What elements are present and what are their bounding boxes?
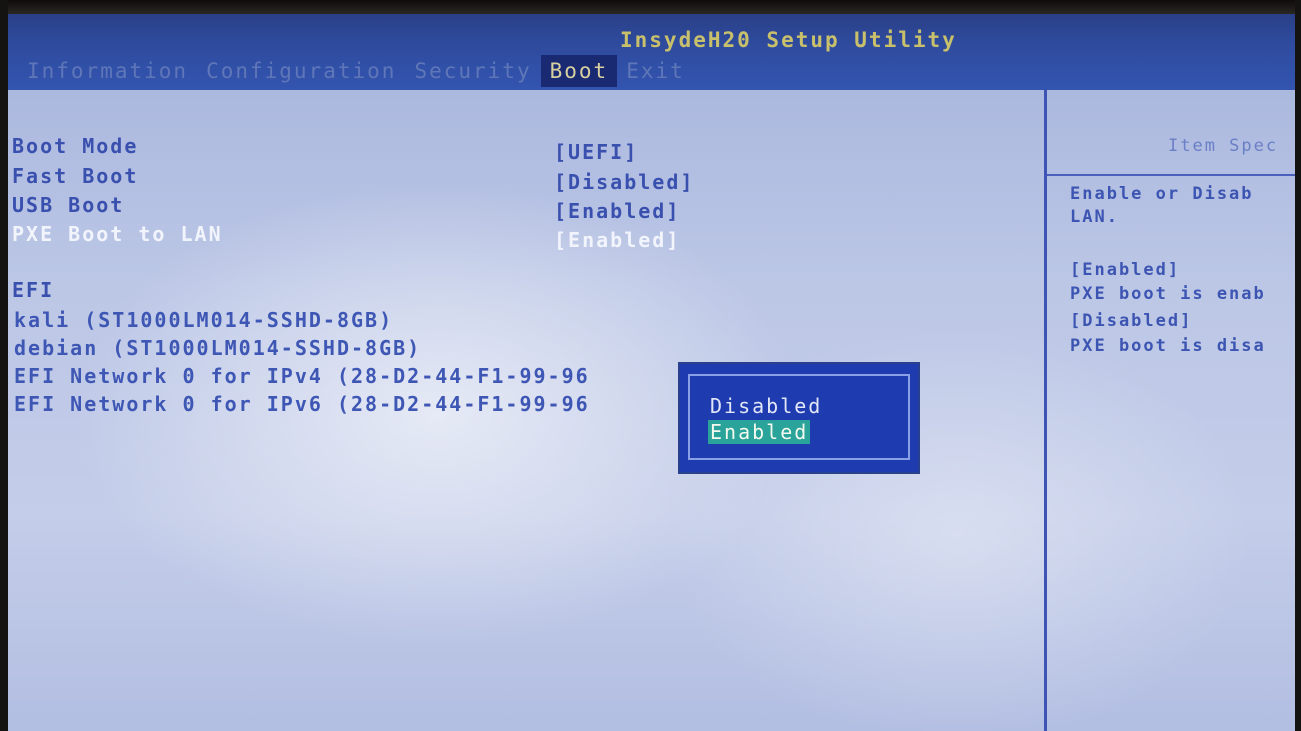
help-text-line: [Enabled] [1070,260,1181,280]
tab-exit[interactable]: Exit [617,55,694,87]
monitor-bezel-right [1295,0,1301,731]
setting-fast-boot-value[interactable]: [Disabled] [554,170,694,194]
tab-security[interactable]: Security [405,55,540,87]
setting-fast-boot-label[interactable]: Fast Boot [12,164,138,188]
efi-section-label: EFI [12,278,55,302]
boot-item-debian[interactable]: debian (ST1000LM014-SSHD-8GB) [14,336,421,360]
help-text-line: PXE boot is enab [1070,284,1266,304]
setting-pxe-boot-label[interactable]: PXE Boot to LAN [12,222,223,246]
tab-boot[interactable]: Boot [540,55,618,87]
option-popup-frame: Disabled Enabled [688,374,910,460]
panel-divider [1044,90,1047,731]
option-popup: Disabled Enabled [678,362,920,474]
monitor-bezel-left [0,0,8,731]
setting-boot-mode-value[interactable]: [UEFI] [554,140,638,164]
popup-option-enabled[interactable]: Enabled [708,420,811,444]
help-text-line: LAN. [1070,207,1119,227]
help-text-line: Enable or Disab [1070,184,1254,204]
title-bar: InsydeH20 Setup Utility Information Conf… [8,14,1295,90]
popup-option-disabled[interactable]: Disabled [710,394,822,418]
boot-item-efi-network-ipv4[interactable]: EFI Network 0 for IPv4 (28-D2-44-F1-99-9… [14,364,590,388]
help-header-rule [1047,174,1295,176]
setting-pxe-boot-value[interactable]: [Enabled] [554,228,680,252]
boot-item-kali[interactable]: kali (ST1000LM014-SSHD-8GB) [14,308,393,332]
boot-item-efi-network-ipv6[interactable]: EFI Network 0 for IPv6 (28-D2-44-F1-99-9… [14,392,590,416]
setting-usb-boot-label[interactable]: USB Boot [12,193,124,217]
tab-information[interactable]: Information [18,55,197,87]
monitor-bezel-top [0,0,1301,14]
tab-configuration[interactable]: Configuration [197,55,405,87]
help-panel-title: Item Spec [1168,136,1279,156]
setting-usb-boot-value[interactable]: [Enabled] [554,199,680,223]
help-text-line: PXE boot is disa [1070,336,1266,356]
app-title: InsydeH20 Setup Utility [620,28,957,52]
bios-screen: InsydeH20 Setup Utility Information Conf… [8,14,1295,731]
menu-tabs: Information Configuration Security Boot … [18,55,694,87]
setting-boot-mode-label[interactable]: Boot Mode [12,134,138,158]
help-text-line: [Disabled] [1070,311,1193,331]
